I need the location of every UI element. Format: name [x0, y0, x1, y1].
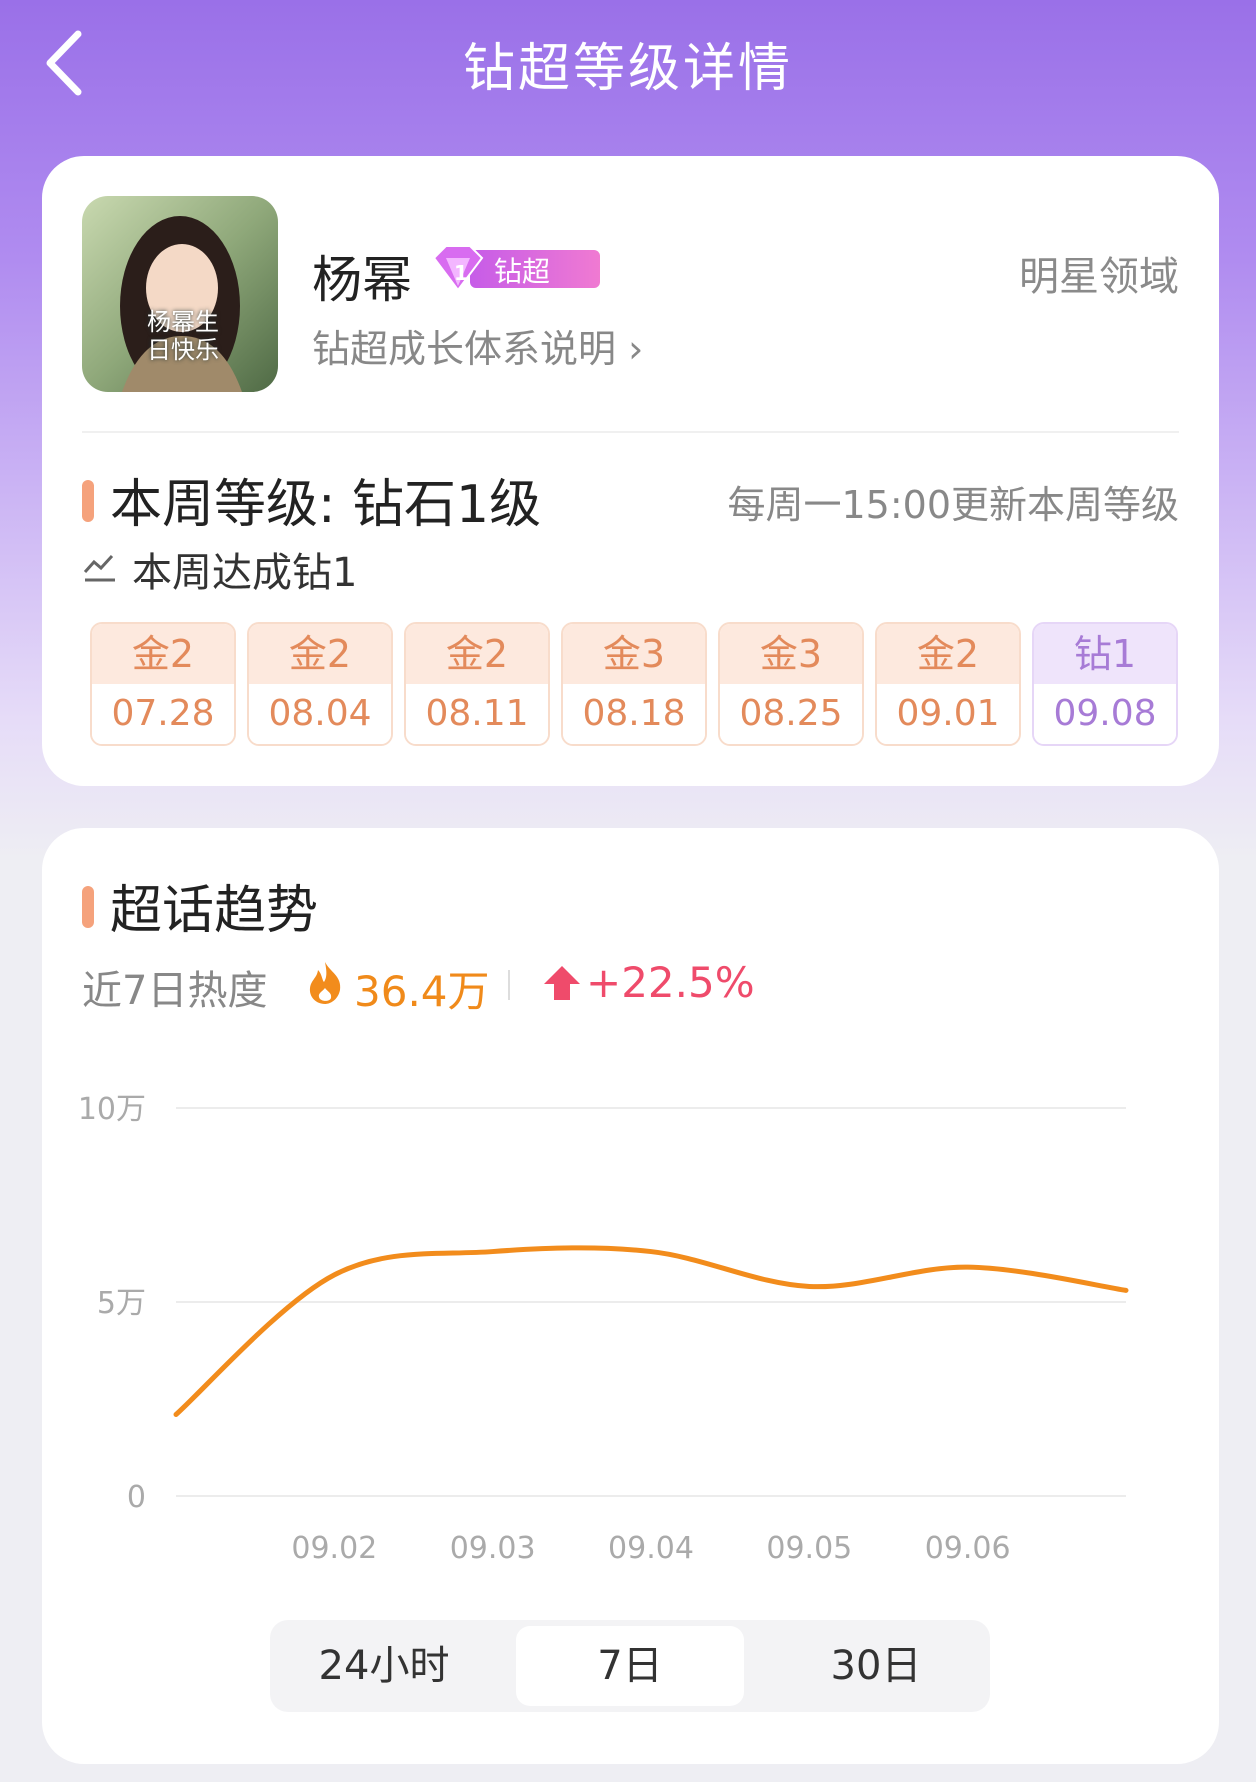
week-level-label: 金2	[92, 624, 234, 684]
week-date-label: 08.18	[563, 684, 705, 744]
x-tick-label: 09.04	[608, 1531, 694, 1566]
trend-title: 超话趋势	[110, 881, 319, 941]
section-marker	[82, 886, 94, 928]
tab-24h[interactable]: 24小时	[270, 1626, 498, 1706]
x-tick-label: 09.02	[291, 1531, 377, 1566]
week-level-item: 金2 08.11	[404, 622, 550, 746]
week-level-item: 金3 08.25	[718, 622, 864, 746]
x-tick-label: 09.03	[450, 1531, 536, 1566]
heat-series-line	[173, 1245, 1129, 1418]
week-level-label: 金2	[877, 624, 1019, 684]
week-level-label: 金2	[249, 624, 391, 684]
week-level-label: 金3	[563, 624, 705, 684]
trend-card: 超话趋势 近7日热度 36.4万 +22.5% 0 5万 10万 09.02 09.03…	[42, 828, 1219, 1764]
weekly-levels: 金2 07.28 金2 08.04 金2 08.11 金3 08.18 金3 08.25 金2 09.…	[90, 622, 1180, 746]
week-level-label: 金3	[720, 624, 862, 684]
week-level-label: 钻1	[1034, 624, 1176, 684]
week-date-label: 08.11	[406, 684, 548, 744]
fire-icon	[309, 962, 341, 1004]
metric-separator	[508, 970, 510, 1000]
svg-text:1: 1	[454, 261, 468, 285]
tab-7d[interactable]: 7日	[516, 1626, 744, 1706]
week-date-label: 08.25	[720, 684, 862, 744]
metric-label: 近7日热度	[82, 968, 268, 1014]
week-level-item: 金2 09.01	[875, 622, 1021, 746]
achieved-text: 本周达成钻1	[132, 550, 358, 596]
avatar-caption: 杨幂生日快乐	[147, 308, 219, 364]
week-date-label: 09.08	[1034, 684, 1176, 744]
y-tick-label: 10万	[78, 1092, 146, 1127]
heat-line-chart: 0 5万 10万 09.02 09.03 09.04 09.05 09.06	[78, 1092, 1129, 1566]
tab-30d[interactable]: 30日	[762, 1626, 990, 1706]
domain-label: 明星领域	[1019, 254, 1179, 300]
header: 钻超等级详情	[0, 0, 1256, 130]
week-level-item: 金2 07.28	[90, 622, 236, 746]
avatar[interactable]: 杨幂生日快乐	[82, 196, 278, 392]
update-note: 每周一15:00更新本周等级	[727, 483, 1179, 527]
x-tick-label: 09.06	[925, 1531, 1011, 1566]
y-tick-label: 0	[127, 1480, 146, 1515]
growth-system-link[interactable]: 钻超成长体系说明 ›	[312, 318, 643, 373]
week-level-item: 金2 08.04	[247, 622, 393, 746]
week-level-label: 金2	[406, 624, 548, 684]
week-date-label: 08.04	[249, 684, 391, 744]
y-tick-label: 5万	[97, 1286, 146, 1321]
divider	[82, 431, 1179, 433]
badge-label: 钻超	[494, 255, 551, 288]
level-title: 本周等级: 钻石1级	[110, 475, 542, 535]
x-tick-label: 09.05	[766, 1531, 852, 1566]
page-title: 钻超等级详情	[462, 39, 793, 99]
heat-value: 36.4万	[354, 967, 490, 1016]
trend-icon	[83, 554, 115, 582]
week-date-label: 07.28	[92, 684, 234, 744]
arrow-up-icon	[544, 966, 580, 1000]
week-date-label: 09.01	[877, 684, 1019, 744]
section-marker	[82, 480, 94, 522]
week-level-item: 钻1 09.08	[1032, 622, 1178, 746]
change-value: +22.5%	[586, 958, 755, 1007]
level-card: 杨幂生日快乐 杨幂 1 钻超 钻超成长体系说明 › 明星领域 本周等级: 钻石1…	[42, 156, 1219, 786]
star-name: 杨幂	[312, 251, 412, 309]
week-level-item: 金3 08.18	[561, 622, 707, 746]
range-tabs: 24小时 7日 30日	[270, 1620, 990, 1712]
